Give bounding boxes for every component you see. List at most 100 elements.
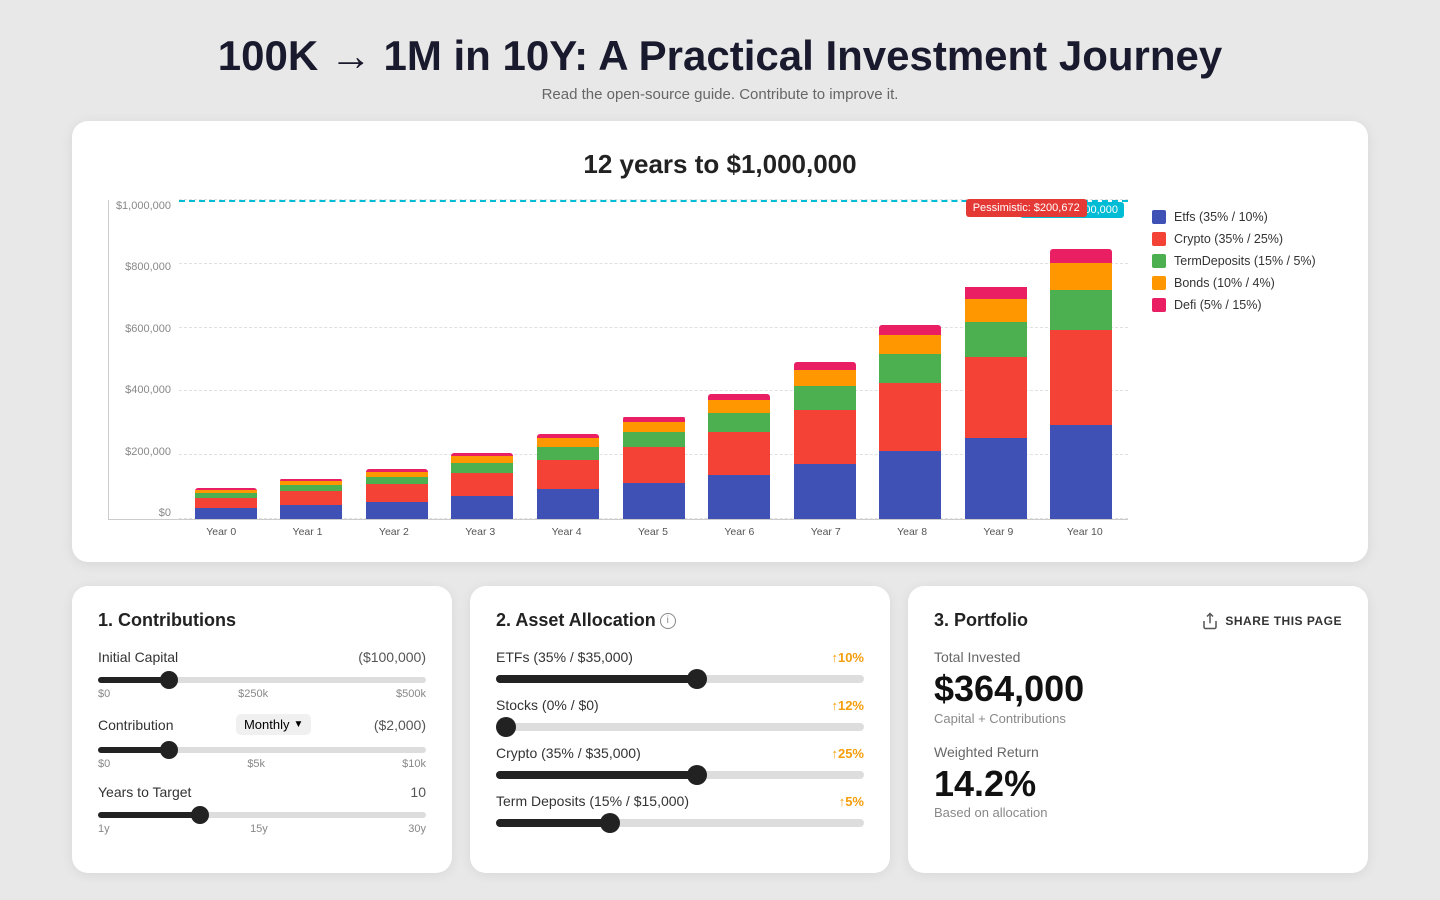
x-label-1: Year 1 xyxy=(264,526,350,538)
contribution-range: $0 $5k $10k xyxy=(98,758,426,770)
share-button[interactable]: SHARE THIS PAGE xyxy=(1201,612,1342,630)
initial-capital-row: Initial Capital ($100,000) xyxy=(98,649,426,665)
bar-segment-0-1 xyxy=(195,498,257,509)
contribution-row: Contribution Monthly ▼ ($2,000) xyxy=(98,714,426,735)
stocks-label: Stocks (0% / $0) xyxy=(496,697,599,713)
x-label-10: Year 10 xyxy=(1042,526,1128,538)
target-line: Target: $1,000,000 xyxy=(179,200,1128,202)
legend-item-1: Crypto (35% / 25%) xyxy=(1152,232,1332,246)
weighted-return-value: 14.2% xyxy=(934,764,1342,804)
bar-segment-10-0 xyxy=(1050,425,1112,519)
bar-segment-6-1 xyxy=(708,432,770,476)
contribution-frequency-dropdown[interactable]: Monthly ▼ xyxy=(236,714,311,735)
years-mid: 15y xyxy=(250,823,268,835)
weighted-return-label: Weighted Return xyxy=(934,744,1342,760)
years-slider[interactable] xyxy=(98,812,426,818)
bar-segment-9-1 xyxy=(965,357,1027,438)
initial-capital-slider[interactable] xyxy=(98,677,426,683)
etf-rate: ↑10% xyxy=(831,650,864,665)
crypto-label: Crypto (35% / $35,000) xyxy=(496,745,641,761)
legend-label-3: Bonds (10% / 4%) xyxy=(1174,276,1275,290)
contribution-slider[interactable] xyxy=(98,747,426,753)
share-label: SHARE THIS PAGE xyxy=(1225,614,1342,628)
bar-stack-10 xyxy=(1050,249,1112,519)
bar-segment-1-1 xyxy=(280,491,342,505)
bar-segment-9-0 xyxy=(965,438,1027,519)
bar-stack-9: Pessimistic: $200,672 xyxy=(965,287,1027,519)
bar-segment-4-1 xyxy=(537,460,599,490)
bar-segment-8-4 xyxy=(879,325,941,335)
chart-area: $0 $200,000 $400,000 $600,000 $800,000 $… xyxy=(108,200,1332,538)
ic-max: $500k xyxy=(396,688,426,700)
bar-stack-6 xyxy=(708,394,770,519)
initial-capital-slider-container: $0 $250k $500k xyxy=(98,669,426,700)
legend-label-0: Etfs (35% / 10%) xyxy=(1174,210,1268,224)
bar-segment-1-0 xyxy=(280,505,342,519)
term-deposits-slider[interactable] xyxy=(496,819,864,827)
allocation-info-icon[interactable]: i xyxy=(660,613,676,629)
x-label-3: Year 3 xyxy=(437,526,523,538)
total-invested-label: Total Invested xyxy=(934,649,1342,665)
term-deposits-label: Term Deposits (15% / $15,000) xyxy=(496,793,689,809)
x-label-6: Year 6 xyxy=(696,526,782,538)
allocation-header: 2. Asset Allocation i xyxy=(496,610,864,631)
y-label-800k: $800,000 xyxy=(109,261,179,273)
bar-group-10 xyxy=(1042,249,1120,519)
bar-segment-10-3 xyxy=(1050,263,1112,290)
total-invested-value: $364,000 xyxy=(934,669,1342,709)
total-invested-stat: Total Invested $364,000 Capital + Contri… xyxy=(934,649,1342,726)
portfolio-heading: 3. Portfolio xyxy=(934,610,1028,631)
stocks-rate: ↑12% xyxy=(831,698,864,713)
x-axis: Year 0Year 1Year 2Year 3Year 4Year 5Year… xyxy=(108,520,1128,538)
x-label-7: Year 7 xyxy=(783,526,869,538)
y-label-400k: $400,000 xyxy=(109,384,179,396)
bar-segment-9-3 xyxy=(965,299,1027,322)
bar-segment-8-1 xyxy=(879,383,941,451)
legend-item-2: TermDeposits (15% / 5%) xyxy=(1152,254,1332,268)
bar-segment-7-1 xyxy=(794,410,856,465)
page-title: 100K → 1M in 10Y: A Practical Investment… xyxy=(0,32,1440,80)
legend-label-2: TermDeposits (15% / 5%) xyxy=(1174,254,1316,268)
bar-segment-5-2 xyxy=(623,432,685,447)
bar-segment-10-2 xyxy=(1050,290,1112,331)
y-axis: $0 $200,000 $400,000 $600,000 $800,000 $… xyxy=(109,200,179,519)
legend-dot-0 xyxy=(1152,210,1166,224)
page-subtitle: Read the open-source guide. Contribute t… xyxy=(0,86,1440,103)
legend-label-4: Defi (5% / 15%) xyxy=(1174,298,1262,312)
total-invested-sub: Capital + Contributions xyxy=(934,711,1342,726)
x-label-4: Year 4 xyxy=(523,526,609,538)
crypto-slider[interactable] xyxy=(496,771,864,779)
bars-wrapper: Pessimistic: $200,672 xyxy=(179,200,1128,519)
bar-segment-10-4 xyxy=(1050,249,1112,263)
legend-dot-4 xyxy=(1152,298,1166,312)
chart-container: $0 $200,000 $400,000 $600,000 $800,000 $… xyxy=(108,200,1128,538)
bar-segment-9-4 xyxy=(965,287,1027,299)
stocks-slider[interactable] xyxy=(496,723,864,731)
bar-group-8 xyxy=(871,325,949,519)
contribution-frequency-label: Monthly xyxy=(244,717,290,732)
bar-segment-7-3 xyxy=(794,370,856,386)
legend-item-3: Bonds (10% / 4%) xyxy=(1152,276,1332,290)
weighted-return-sub: Based on allocation xyxy=(934,805,1342,820)
bar-segment-6-0 xyxy=(708,475,770,519)
bar-stack-4 xyxy=(537,434,599,519)
x-label-5: Year 5 xyxy=(610,526,696,538)
legend-label-1: Crypto (35% / 25%) xyxy=(1174,232,1283,246)
portfolio-panel: 3. Portfolio SHARE THIS PAGE Total Inves… xyxy=(908,586,1368,873)
bar-stack-8 xyxy=(879,325,941,519)
bar-segment-4-0 xyxy=(537,489,599,519)
etf-row: ETFs (35% / $35,000) ↑10% xyxy=(496,649,864,665)
dropdown-arrow-icon: ▼ xyxy=(293,719,303,730)
bar-stack-2 xyxy=(366,469,428,519)
bar-segment-8-0 xyxy=(879,451,941,519)
etf-slider[interactable] xyxy=(496,675,864,683)
initial-capital-label: Initial Capital xyxy=(98,649,178,665)
contrib-min: $0 xyxy=(98,758,110,770)
bar-segment-8-3 xyxy=(879,335,941,354)
bar-segment-10-1 xyxy=(1050,330,1112,424)
portfolio-header: 3. Portfolio SHARE THIS PAGE xyxy=(934,610,1342,631)
bottom-panels: 1. Contributions Initial Capital ($100,0… xyxy=(72,586,1368,873)
x-label-2: Year 2 xyxy=(351,526,437,538)
years-to-target-value: 10 xyxy=(410,784,426,800)
weighted-return-stat: Weighted Return 14.2% Based on allocatio… xyxy=(934,744,1342,821)
